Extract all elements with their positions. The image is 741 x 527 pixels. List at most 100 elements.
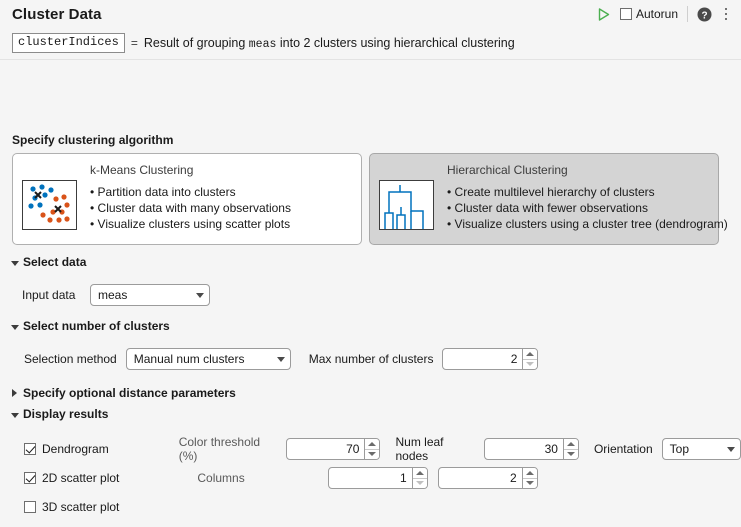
chevron-right-icon	[12, 389, 17, 397]
column-y-spinner-buttons	[521, 468, 537, 488]
summary-text-before: Result of grouping	[143, 35, 246, 50]
spinner-increment-button[interactable]	[412, 468, 427, 479]
num-leaf-nodes-label: Num leaf nodes	[395, 435, 444, 463]
chevron-down-icon	[276, 356, 285, 362]
autorun-label: Autorun	[635, 7, 678, 21]
dendrogram-row: Dendrogram Color threshold (%) 70 Num le…	[24, 435, 741, 463]
spinner-decrement-button[interactable]	[365, 449, 380, 459]
algorithm-card-kmeans[interactable]: k-Means Clustering • Partition data into…	[12, 153, 362, 245]
header-controls: Autorun ?	[595, 5, 733, 23]
orientation-dropdown[interactable]: Top	[661, 438, 741, 460]
display-results-section-label: Display results	[23, 407, 109, 421]
color-threshold-spinner-buttons	[364, 439, 380, 459]
spinner-increment-button[interactable]	[563, 439, 578, 450]
column-x-value[interactable]: 1	[329, 468, 412, 488]
chevron-down-icon	[11, 412, 19, 418]
svg-text:?: ?	[701, 10, 707, 21]
color-threshold-spinner[interactable]: 70	[285, 438, 381, 460]
triangle-down-icon	[566, 452, 575, 457]
chevron-down-icon	[11, 324, 19, 330]
overflow-menu-button[interactable]	[719, 5, 733, 23]
spinner-decrement-button[interactable]	[522, 478, 537, 488]
input-data-dropdown[interactable]: meas	[90, 284, 210, 306]
scatter2d-row: 2D scatter plot Columns 1 2	[24, 467, 538, 489]
distance-params-section-header[interactable]: Specify optional distance parameters	[12, 386, 236, 400]
spinner-increment-button[interactable]	[523, 349, 538, 360]
autorun-checkbox-box[interactable]	[619, 8, 632, 20]
kmeans-bullet-1: • Partition data into clusters	[90, 185, 236, 199]
select-data-section-header[interactable]: Select data	[11, 255, 86, 269]
selection-method-label: Selection method	[24, 352, 117, 366]
num-leaf-nodes-spinner[interactable]: 30	[484, 438, 579, 460]
scatter3d-row: 3D scatter plot	[24, 500, 119, 514]
spinner-increment-button[interactable]	[365, 439, 380, 450]
hierarchical-bullet-3: • Visualize clusters using a cluster tre…	[447, 217, 728, 231]
algorithm-card-hierarchical[interactable]: Hierarchical Clustering • Create multile…	[369, 153, 728, 245]
dendrogram-icon	[379, 180, 434, 230]
help-button[interactable]: ?	[697, 7, 712, 22]
scatter2d-checkbox[interactable]: 2D scatter plot	[24, 471, 119, 485]
selection-method-row: Selection method Manual num clusters Max…	[24, 348, 539, 370]
column-x-spinner-buttons	[411, 468, 427, 488]
selection-method-value: Manual num clusters	[133, 352, 245, 366]
max-clusters-spinner-buttons	[522, 349, 538, 369]
spinner-decrement-button[interactable]	[412, 478, 427, 488]
triangle-up-icon	[415, 470, 424, 475]
column-y-value[interactable]: 2	[439, 468, 522, 488]
kmeans-bullet-3: • Visualize clusters using scatter plots	[90, 217, 291, 231]
header-divider	[687, 6, 688, 22]
output-variable-field[interactable]: clusterIndices	[12, 33, 125, 53]
orientation-value: Top	[669, 442, 690, 456]
select-data-section-label: Select data	[23, 255, 87, 269]
scatter-plot-icon	[22, 180, 77, 230]
column-x-spinner[interactable]: 1	[327, 467, 428, 489]
hierarchical-card-bullets: • Create multilevel hierarchy of cluster…	[447, 184, 728, 232]
equals-sign: =	[130, 36, 138, 50]
run-button[interactable]	[595, 5, 613, 23]
page-title: Cluster Data	[12, 6, 102, 23]
scatter3d-label: 3D scatter plot	[42, 500, 120, 514]
triangle-up-icon	[566, 441, 575, 446]
summary-mono-token: meas	[248, 37, 277, 51]
num-leaf-nodes-value[interactable]: 30	[485, 439, 563, 459]
spinner-decrement-button[interactable]	[523, 359, 538, 369]
max-clusters-value[interactable]: 2	[443, 349, 522, 369]
scatter2d-checkbox-box[interactable]	[24, 472, 36, 484]
num-clusters-section-header[interactable]: Select number of clusters	[11, 319, 170, 333]
num-leaf-spinner-buttons	[562, 439, 578, 459]
task-header: Cluster Data clusterIndices = Result of …	[0, 0, 741, 60]
autorun-checkbox[interactable]: Autorun	[619, 7, 678, 21]
triangle-down-icon	[525, 481, 534, 486]
play-triangle-icon	[599, 7, 610, 21]
cluster-data-task-panel: Cluster Data clusterIndices = Result of …	[0, 0, 741, 527]
scatter3d-checkbox[interactable]: 3D scatter plot	[24, 500, 119, 514]
triangle-up-icon	[525, 470, 534, 475]
selection-method-dropdown[interactable]: Manual num clusters	[125, 348, 291, 370]
column-y-spinner[interactable]: 2	[437, 467, 538, 489]
spinner-increment-button[interactable]	[522, 468, 537, 479]
dendrogram-checkbox[interactable]: Dendrogram	[24, 442, 109, 456]
dendrogram-label: Dendrogram	[42, 442, 109, 456]
scatter3d-checkbox-box[interactable]	[24, 501, 36, 513]
scatter2d-label: 2D scatter plot	[42, 471, 120, 485]
kebab-menu-icon	[724, 7, 728, 11]
spinner-decrement-button[interactable]	[563, 449, 578, 459]
dendrogram-checkbox-box[interactable]	[24, 443, 36, 455]
color-threshold-label: Color threshold (%)	[178, 435, 261, 463]
max-clusters-spinner[interactable]: 2	[442, 348, 539, 370]
num-clusters-section-label: Select number of clusters	[23, 319, 170, 333]
algorithm-section-label: Specify clustering algorithm	[12, 133, 174, 147]
triangle-down-icon	[526, 362, 535, 367]
distance-params-section-label: Specify optional distance parameters	[23, 386, 236, 400]
chevron-down-icon	[11, 260, 19, 266]
input-data-value: meas	[98, 288, 128, 302]
display-results-section-header[interactable]: Display results	[11, 407, 108, 421]
columns-label: Columns	[197, 471, 245, 485]
color-threshold-value[interactable]: 70	[287, 439, 365, 459]
triangle-up-icon	[526, 351, 535, 356]
hierarchical-bullet-1: • Create multilevel hierarchy of cluster…	[447, 185, 655, 199]
kmeans-card-bullets: • Partition data into clusters • Cluster…	[90, 184, 291, 232]
kmeans-bullet-2: • Cluster data with many observations	[90, 201, 291, 215]
chevron-down-icon	[727, 446, 736, 452]
triangle-down-icon	[368, 452, 377, 457]
